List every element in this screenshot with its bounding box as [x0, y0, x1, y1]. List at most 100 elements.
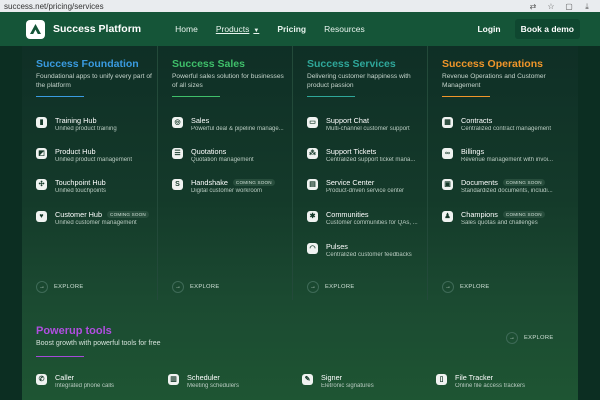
menu-item-label: Service Center [326, 178, 375, 187]
menu-item-title: Sales [191, 116, 209, 125]
column-subtitle: Delivering customer happiness with produ… [307, 73, 411, 89]
phone-icon: ✆ [36, 374, 47, 385]
calendar-icon: ▥ [168, 374, 179, 385]
coming-soon-badge: COMING SOON [232, 179, 275, 186]
product-menu-item[interactable]: ▦ Contracts Centralized contract managem… [442, 116, 560, 138]
menu-item-description: Digital customer workroom [191, 188, 263, 194]
document-icon: ▣ [442, 179, 453, 190]
extensions-icon[interactable]: ▢ [564, 2, 574, 11]
download-icon[interactable]: ⤓ [582, 2, 592, 11]
menu-item-title: Support Tickets [326, 147, 376, 156]
menu-item-description: Centralized customer feedbacks [326, 252, 412, 258]
column-title[interactable]: Success Sales [172, 58, 292, 70]
powerup-tool-item[interactable]: ▯ File Tracker Online file access tracke… [436, 373, 556, 395]
nav-home-link[interactable]: Home [175, 24, 198, 34]
heart-icon: ♥ [36, 211, 47, 222]
book-icon: ▮ [36, 117, 47, 128]
column-subtitle: Foundational apps to unify every part of… [36, 73, 152, 89]
menu-item-label: Champions [461, 210, 498, 219]
menu-item-description: Unified product management [55, 157, 133, 163]
tool-title: Scheduler [187, 373, 220, 382]
browser-toolbar: success.net/pricing/services ⇄ ☆ ▢ ⤓ [0, 0, 600, 12]
menu-item-title: Training Hub [55, 116, 97, 125]
powerup-title: Powerup tools [36, 325, 112, 337]
powerup-tool-item[interactable]: ▥ Scheduler Meeting schedulers [168, 373, 288, 395]
column-title[interactable]: Success Services [307, 58, 427, 70]
product-menu-item[interactable]: ☰ Quotations Quotation management [172, 147, 290, 169]
arrow-right-icon: → [506, 332, 518, 344]
explore-link[interactable]: → EXPLORE [36, 281, 84, 293]
target-icon: ◎ [172, 117, 183, 128]
chat-icon: ▭ [307, 117, 318, 128]
nav-pricing-link[interactable]: Pricing [277, 24, 306, 34]
login-link[interactable]: Login [477, 24, 500, 34]
menu-item-label: Training Hub [55, 116, 97, 125]
product-menu-item[interactable]: ♟ Champions COMING SOON Sales quotas and … [442, 210, 560, 232]
powerup-section: Powerup tools Boost growth with powerful… [22, 300, 578, 400]
tool-description: Meeting schedulers [187, 383, 240, 389]
menu-item-title: Service Center [326, 178, 374, 187]
menu-item-description: Centralized contract management [461, 126, 552, 132]
service-icon: ▤ [307, 179, 318, 190]
menu-item-description: Powerful deal & pipeline manage... [191, 126, 284, 132]
nav-resources-link[interactable]: Resources [324, 24, 365, 34]
brand-logo-icon[interactable] [26, 19, 45, 39]
product-column: Success Operations Revenue Operations an… [427, 46, 562, 300]
coming-soon-badge: COMING SOON [502, 211, 545, 218]
powerup-explore-link[interactable]: → EXPLORE [506, 332, 554, 344]
product-menu-item[interactable]: ∞ Billings Revenue management with invoi… [442, 147, 560, 169]
product-menu-item[interactable]: ⁂ Support Tickets Centralized support ti… [307, 147, 425, 169]
menu-item-description: Standardized documents, includi... [461, 188, 553, 194]
bookmark-star-icon[interactable]: ☆ [546, 2, 556, 11]
menu-item-title: Handshake COMING SOON [191, 178, 275, 187]
arrow-right-icon: → [442, 281, 454, 293]
book-demo-button[interactable]: Book a demo [514, 19, 580, 39]
menu-item-title: Touchpoint Hub [55, 178, 106, 187]
product-menu-item[interactable]: ◩ Product Hub Unified product management [36, 147, 154, 169]
menu-item-title: Customer Hub COMING SOON [55, 210, 149, 219]
nav-products-link[interactable]: Products ▼ [216, 24, 260, 34]
product-menu-item[interactable]: ✱ Communities Customer communities for Q… [307, 210, 425, 232]
menu-item-title: Support Chat [326, 116, 369, 125]
column-accent-rule [172, 96, 220, 97]
address-bar[interactable]: success.net/pricing/services [0, 2, 528, 11]
menu-item-label: Handshake [191, 178, 228, 187]
menu-item-description: Centralized support ticket mana... [326, 157, 416, 163]
menu-item-title: Pulses [326, 242, 348, 251]
menu-item-title: Billings [461, 147, 484, 156]
product-column: Success Sales Powerful sales solution fo… [157, 46, 292, 300]
translate-icon[interactable]: ⇄ [528, 2, 538, 11]
product-menu-item[interactable]: ◠ Pulses Centralized customer feedbacks [307, 242, 425, 264]
powerup-tool-item[interactable]: ✆ Caller Integrated phone calls [36, 373, 156, 395]
product-menu-item[interactable]: ✣ Touchpoint Hub Unified touchpoints [36, 178, 154, 200]
quote-icon: ☰ [172, 148, 183, 159]
column-title[interactable]: Success Operations [442, 58, 562, 70]
menu-item-title: Champions COMING SOON [461, 210, 545, 219]
chevron-down-icon: ▼ [253, 28, 260, 34]
explore-label: EXPLORE [190, 284, 220, 290]
product-menu-item[interactable]: S Handshake COMING SOON Digital customer … [172, 178, 290, 200]
explore-link[interactable]: → EXPLORE [442, 281, 490, 293]
billing-icon: ∞ [442, 148, 453, 159]
product-menu-item[interactable]: ▮ Training Hub Unified product training [36, 116, 154, 138]
arrow-right-icon: → [172, 281, 184, 293]
explore-link[interactable]: → EXPLORE [172, 281, 220, 293]
product-menu-item[interactable]: ♥ Customer Hub COMING SOON Unified custom… [36, 210, 154, 232]
tool-description: Integrated phone calls [55, 383, 115, 389]
brand-name[interactable]: Success Platform [53, 23, 141, 35]
product-menu-item[interactable]: ◎ Sales Powerful deal & pipeline manage.… [172, 116, 290, 138]
column-accent-rule [442, 96, 490, 97]
product-menu-item[interactable]: ▤ Service Center Product-driven service … [307, 178, 425, 200]
powerup-tool-item[interactable]: ✎ Signer Eletronic signatures [302, 373, 422, 395]
menu-item-description: Quotation management [191, 157, 254, 163]
product-menu-item[interactable]: ▭ Support Chat Multi-channel customer su… [307, 116, 425, 138]
column-title[interactable]: Success Foundation [36, 58, 157, 70]
menu-item-description: Customer communities for QAs, ... [326, 220, 418, 226]
product-menu-item[interactable]: ▣ Documents COMING SOON Standardized docu… [442, 178, 560, 200]
tool-title: Signer [321, 373, 343, 382]
handshake-icon: S [172, 179, 183, 190]
coming-soon-badge: COMING SOON [502, 179, 545, 186]
explore-link[interactable]: → EXPLORE [307, 281, 355, 293]
top-navigation: Success Platform Home Products ▼ Pricing … [0, 12, 600, 46]
menu-item-label: Pulses [326, 242, 348, 251]
